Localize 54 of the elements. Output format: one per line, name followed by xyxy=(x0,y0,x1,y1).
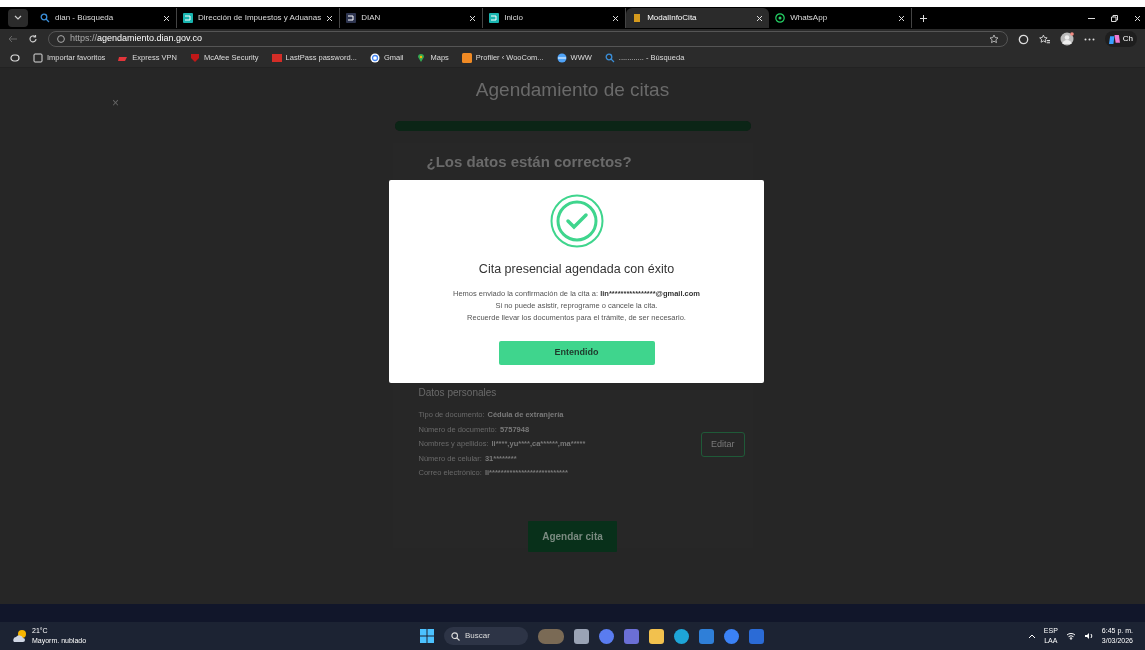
chevron-down-icon xyxy=(14,14,22,21)
search-icon xyxy=(450,631,460,641)
browser-tab[interactable]: WhatsApp xyxy=(769,8,913,28)
close-icon[interactable] xyxy=(1134,14,1141,22)
reading-view-icon[interactable] xyxy=(10,54,20,62)
understood-button[interactable]: Entendido xyxy=(498,340,655,365)
close-tab-icon[interactable] xyxy=(469,14,477,22)
browser-tab[interactable]: ModalInfoCita xyxy=(626,8,770,28)
refresh-icon[interactable] xyxy=(28,34,38,44)
site-logo-icon xyxy=(346,13,357,23)
favorites-icon[interactable] xyxy=(1038,33,1050,45)
taskbar-search-field[interactable]: Buscar xyxy=(443,627,528,645)
card-heading: ¿Los datos están correctos? xyxy=(426,151,633,172)
search-icon xyxy=(604,53,615,63)
chevron-up-icon[interactable] xyxy=(1027,633,1036,639)
close-tab-icon[interactable] xyxy=(898,14,906,22)
new-tab-icon[interactable] xyxy=(920,14,928,22)
url-text: https://agendamiento.dian.gov.co xyxy=(70,32,202,46)
more-icon[interactable] xyxy=(1083,37,1095,41)
browser-tab[interactable]: dian - Búsqueda xyxy=(34,8,177,28)
tab-list-button[interactable] xyxy=(8,9,28,27)
browser-tab[interactable]: Dirección de Impuestos y Aduanas xyxy=(177,8,341,28)
profile-avatar-icon[interactable] xyxy=(1059,32,1074,46)
page-title: Agendamiento de citas xyxy=(475,78,670,102)
close-tab-icon[interactable] xyxy=(163,14,170,22)
section-title: Datos personales xyxy=(418,386,498,400)
restore-icon[interactable] xyxy=(1111,14,1118,22)
browser-tab[interactable]: Inicio xyxy=(483,8,627,28)
close-tab-icon[interactable] xyxy=(612,14,620,22)
back-icon[interactable] xyxy=(8,35,18,43)
dialog-title: Cita presencial agendada con éxito xyxy=(478,261,675,278)
site-logo-icon xyxy=(489,13,500,23)
start-icon[interactable] xyxy=(419,629,434,643)
speaker-icon[interactable] xyxy=(1083,632,1094,640)
copilot-icon xyxy=(1108,33,1120,45)
import-icon xyxy=(33,53,43,63)
site-logo-icon xyxy=(183,13,193,23)
edit-button[interactable]: Editar xyxy=(701,431,745,457)
schedule-button[interactable]: Agendar cita xyxy=(528,520,617,552)
close-tab-icon[interactable] xyxy=(756,14,764,22)
close-tab-icon[interactable] xyxy=(326,14,334,22)
wifi-icon[interactable] xyxy=(1065,632,1076,640)
globe-icon xyxy=(556,53,567,63)
map-pin-icon xyxy=(416,53,427,63)
site-logo-icon xyxy=(632,13,643,23)
chat-bubble-icon xyxy=(775,13,786,23)
google-logo-icon xyxy=(369,53,380,63)
search-icon xyxy=(40,13,50,23)
success-check-icon xyxy=(549,194,604,248)
shield-icon xyxy=(189,53,200,63)
star-icon[interactable] xyxy=(988,34,999,44)
copilot-button[interactable]: Ch xyxy=(1104,31,1137,47)
weather-icon[interactable] xyxy=(12,629,28,643)
browser-tab[interactable]: DIAN xyxy=(340,8,484,28)
